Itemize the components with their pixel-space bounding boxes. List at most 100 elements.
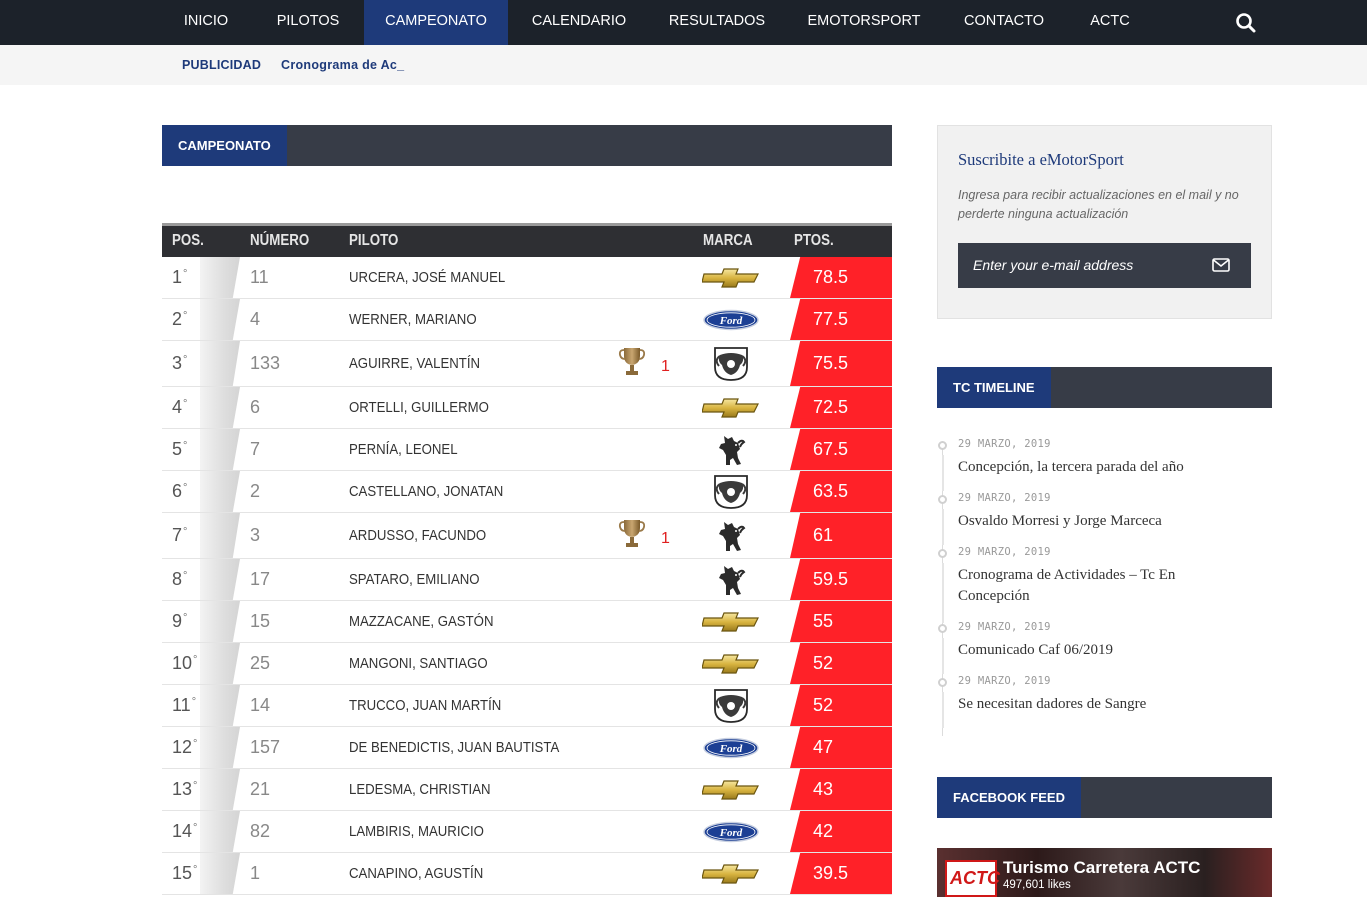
table-row[interactable]: 8° 17 SPATARO, EMILIANO 59.5 [162,559,892,601]
nav-label: INICIO [183,13,229,29]
nav-item-actc[interactable]: ACTC [1080,0,1140,45]
envelope-icon[interactable] [1212,258,1230,272]
svg-text:Ford: Ford [719,827,743,839]
points-value: 55 [813,611,834,631]
table-row[interactable]: 3° 133 AGUIRRE, VALENTÍN 1 75.5 [162,341,892,387]
ordinal-suffix: ° [183,354,188,366]
subscribe-title: Suscribite a eMotorSport [958,150,1124,169]
position-cell: 2° [172,309,187,330]
car-number: 133 [250,353,281,373]
nav-item-pilotos[interactable]: PILOTOS [266,0,350,45]
facebook-page-name[interactable]: Turismo Carretera ACTC [1003,858,1200,878]
row-divider-strip [200,811,240,852]
email-field[interactable]: Enter your e-mail address [958,243,1251,288]
driver-name[interactable]: LAMBIRIS, MAURICIO [349,823,484,840]
points-value: 78.5 [813,267,849,287]
svg-text:Ford: Ford [719,315,743,327]
table-row[interactable]: 10° 25 MANGONI, SANTIAGO 52 [162,643,892,685]
position-cell: 11° [172,695,196,716]
nav-label: RESULTADOS [668,13,766,29]
position-cell: 15° [172,863,197,884]
timeline-date: 29 MARZO, 2019 [958,492,1051,504]
table-row[interactable]: 9° 15 MAZZACANE, GASTÓN 55 [162,601,892,643]
ordinal-suffix: ° [183,570,188,582]
position-cell: 4° [172,397,187,418]
facebook-page-widget[interactable]: ACTC Turismo Carretera ACTC 497,601 like… [937,848,1272,897]
driver-name[interactable]: TRUCCO, JUAN MARTÍN [349,697,501,714]
timeline-title-link[interactable]: Osvaldo Morresi y Jorge Marceca [958,511,1228,532]
row-divider-strip [200,429,240,470]
position-value: 9 [172,611,183,631]
driver-name[interactable]: LEDESMA, CHRISTIAN [349,781,491,798]
driver-name[interactable]: DE BENEDICTIS, JUAN BAUTISTA [349,739,559,756]
nav-item-inicio[interactable]: INICIO [172,0,240,45]
driver-name[interactable]: MAZZACANE, GASTÓN [349,613,493,630]
table-row[interactable]: 6° 2 CASTELLANO, JONATAN 63.5 [162,471,892,513]
row-divider-strip [200,853,240,894]
timeline-header: TC TIMELINE [937,367,1272,408]
brand-torino-icon [702,433,760,467]
ticker-text[interactable]: Cronograma de Ac_ [281,58,404,72]
driver-name[interactable]: ORTELLI, GUILLERMO [349,399,489,416]
nav-item-resultados[interactable]: RESULTADOS [660,0,774,45]
brand-ford-icon: Ford [702,303,760,337]
driver-name[interactable]: WERNER, MARIANO [349,311,477,328]
nav-label: EMOTORSPORT [807,13,921,29]
header-pos: POS. [172,232,204,249]
table-row[interactable]: 12° 157 DE BENEDICTIS, JUAN BAUTISTA Ford 47 [162,727,892,769]
nav-item-calendario[interactable]: CALENDARIO [522,0,636,45]
timeline-title-link[interactable]: Concepción, la tercera parada del año [958,457,1228,478]
top-navigation: INICIO PILOTOS CAMPEONATO CALENDARIO RES… [0,0,1367,45]
points-cell: 77.5 [790,299,892,340]
nav-label: PILOTOS [276,13,340,29]
timeline-title-link[interactable]: Se necesitan dadores de Sangre [958,694,1228,715]
table-row[interactable]: 5° 7 PERNÍA, LEONEL 67.5 [162,429,892,471]
nav-item-campeonato[interactable]: CAMPEONATO [364,0,508,45]
driver-name[interactable]: PERNÍA, LEONEL [349,441,458,458]
timeline-title-link[interactable]: Comunicado Caf 06/2019 [958,640,1228,661]
brand-chevrolet-icon [701,647,760,681]
driver-name[interactable]: MANGONI, SANTIAGO [349,655,488,672]
email-placeholder: Enter your e-mail address [973,257,1134,273]
ordinal-suffix: ° [193,738,198,750]
driver-name[interactable]: AGUIRRE, VALENTÍN [349,355,480,372]
points-cell: 43 [790,769,892,810]
row-divider-strip [200,299,240,340]
position-value: 14 [172,821,193,841]
table-row[interactable]: 14° 82 LAMBIRIS, MAURICIO Ford 42 [162,811,892,853]
search-icon[interactable] [1234,11,1258,35]
position-cell: 10° [172,653,197,674]
timeline-title-link[interactable]: Cronograma de Actividades – Tc En Concep… [958,565,1228,607]
header-brand: MARCA [703,232,753,249]
timeline-item-bar [942,509,944,545]
driver-name[interactable]: CANAPINO, AGUSTÍN [349,865,483,882]
ordinal-suffix: ° [193,822,198,834]
car-number: 6 [250,397,261,417]
position-value: 7 [172,525,183,545]
table-row[interactable]: 13° 21 LEDESMA, CHRISTIAN 43 [162,769,892,811]
ordinal-suffix: ° [183,310,188,322]
timeline-dot [938,678,947,687]
nav-item-contacto[interactable]: CONTACTO [952,0,1056,45]
timeline-title: TC TIMELINE [937,367,1051,408]
row-divider-strip [200,559,240,600]
table-row[interactable]: 4° 6 ORTELLI, GUILLERMO 72.5 [162,387,892,429]
table-row[interactable]: 2° 4 WERNER, MARIANO Ford 77.5 [162,299,892,341]
row-divider-strip [200,257,240,298]
table-row[interactable]: 7° 3 ARDUSSO, FACUNDO 1 61 [162,513,892,559]
driver-name[interactable]: CASTELLANO, JONATAN [349,483,503,500]
car-number: 3 [250,525,261,545]
nav-item-emotorsport[interactable]: EMOTORSPORT [800,0,928,45]
position-value: 12 [172,737,193,757]
brand-dodge-icon [702,689,760,723]
driver-name[interactable]: ARDUSSO, FACUNDO [349,527,486,544]
driver-name[interactable]: URCERA, JOSÉ MANUEL [349,269,505,286]
row-divider-strip [200,387,240,428]
points-cell: 72.5 [790,387,892,428]
table-row[interactable]: 11° 14 TRUCCO, JUAN MARTÍN 52 [162,685,892,727]
table-row[interactable]: 1° 11 URCERA, JOSÉ MANUEL 78.5 [162,257,892,299]
driver-name[interactable]: SPATARO, EMILIANO [349,571,480,588]
position-value: 8 [172,569,183,589]
row-divider-strip [200,643,240,684]
table-row[interactable]: 15° 1 CANAPINO, AGUSTÍN 39.5 [162,853,892,895]
